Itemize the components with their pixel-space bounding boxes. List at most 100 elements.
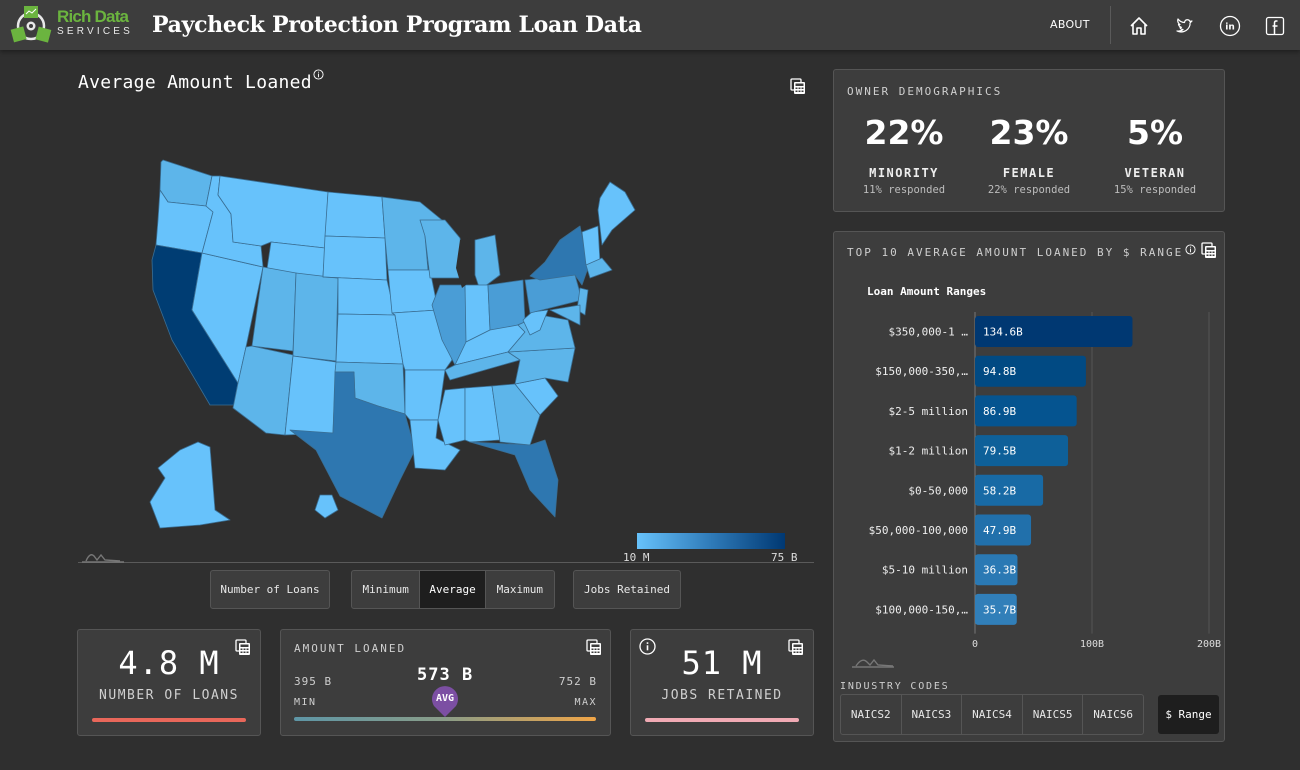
bar-value-label: 35.7B [983, 603, 1016, 616]
female-responded: 22% responded [987, 184, 1071, 196]
brand-bottom-text: SERVICES [57, 26, 133, 37]
state-ohio[interactable] [487, 279, 526, 331]
amount-range-gradient-bar [294, 717, 596, 721]
jobs-retained-value: 51 M [681, 644, 763, 682]
state-north-carolina[interactable] [507, 347, 576, 385]
map-baseline-divider [78, 562, 814, 563]
veteran-pct: 5% [1126, 113, 1184, 152]
category-label: $2-5 million [889, 405, 968, 418]
naics4-button[interactable]: NAICS4 [961, 695, 1022, 734]
amount-max-value: 752 B [558, 675, 597, 688]
owner-demographics-panel: OWNER DEMOGRAPHICS 22% MINORITY 11% resp… [833, 69, 1225, 212]
x-tick-label: 100B [1080, 639, 1104, 650]
naics5-button[interactable]: NAICS5 [1021, 695, 1083, 734]
bar-value-label: 134.6B [983, 326, 1023, 339]
avg-marker: AVG [432, 686, 458, 717]
jobs-retained-button[interactable]: Jobs Retained [573, 570, 681, 609]
state-maine[interactable] [597, 181, 636, 246]
category-label: $100,000-150,… [875, 603, 968, 616]
linkedin-icon[interactable]: in [1219, 15, 1241, 37]
minority-pct: 22% [864, 113, 944, 152]
naics6-button[interactable]: NAICS6 [1082, 695, 1143, 734]
avg-marker-label: AVG [436, 693, 454, 704]
max-label: MAX [574, 697, 597, 708]
app-title: Paycheck Protection Program Loan Data [152, 12, 642, 38]
us-choropleth-map[interactable] [120, 150, 760, 530]
category-label: $150,000-350,… [875, 365, 968, 378]
jobs-retained-card: 51 M JOBS RETAINED [630, 629, 814, 736]
min-label: MIN [294, 697, 317, 708]
minority-label: MINORITY [869, 166, 939, 180]
x-tick-label: 0 [972, 639, 978, 650]
average-button[interactable]: Average [419, 571, 485, 608]
amount-loaned-title: AMOUNT LOANED [294, 642, 407, 655]
bar-value-label: 36.3B [983, 564, 1016, 577]
number-of-loans-card: 4.8 M NUMBER OF LOANS [77, 629, 261, 736]
female-label: FEMALE [1002, 166, 1056, 180]
state-new-mexico[interactable] [284, 355, 337, 436]
loans-accent-bar [92, 718, 246, 722]
chart-title: Loan Amount Ranges [867, 285, 986, 298]
distribution-icon[interactable] [850, 655, 896, 669]
veteran-label: VETERAN [1124, 166, 1186, 180]
veteran-responded: 15% responded [1113, 184, 1197, 196]
loan-range-bar-chart: Loan Amount Ranges $350,000-1 … 134.6B $15… [867, 285, 1221, 650]
home-icon[interactable] [1128, 15, 1150, 37]
info-icon[interactable] [1185, 244, 1196, 255]
bar-value-label: 79.5B [983, 445, 1016, 458]
info-icon[interactable] [313, 69, 324, 80]
female-pct: 23% [989, 113, 1069, 152]
calculator-icon[interactable] [790, 78, 806, 95]
state-florida[interactable] [469, 439, 559, 518]
twitter-icon[interactable] [1174, 15, 1196, 37]
about-link[interactable]: ABOUT [1050, 18, 1090, 31]
facebook-icon[interactable] [1264, 15, 1286, 37]
minority-responded: 11% responded [862, 184, 946, 196]
state-new-york[interactable] [529, 225, 589, 286]
map-title: Average Amount Loaned [78, 69, 324, 93]
amount-min-value: 395 B [294, 675, 333, 688]
state-montana[interactable] [217, 175, 329, 249]
state-south-dakota[interactable] [322, 235, 388, 281]
naics3-button[interactable]: NAICS3 [900, 695, 962, 734]
top10-title-text: TOP 10 AVERAGE AMOUNT LOANED BY $ RANGE [847, 246, 1184, 259]
top10-title: TOP 10 AVERAGE AMOUNT LOANED BY $ RANGE [847, 244, 1196, 259]
demographics-title: OWNER DEMOGRAPHICS [847, 85, 1003, 98]
state-mississippi[interactable] [437, 387, 466, 446]
state-michigan[interactable] [474, 234, 501, 291]
x-tick-label: 200B [1197, 639, 1221, 650]
naics2-button[interactable]: NAICS2 [841, 695, 901, 734]
state-colorado[interactable] [292, 272, 339, 362]
state-kansas[interactable] [335, 313, 404, 365]
minimum-button[interactable]: Minimum [352, 571, 419, 608]
bar-value-label: 94.8B [983, 365, 1016, 378]
amount-metric-toggle: Minimum Average Maximum [351, 570, 555, 609]
state-arkansas[interactable] [404, 369, 446, 421]
jobs-accent-bar [645, 718, 799, 722]
state-north-dakota[interactable] [324, 191, 386, 239]
category-label: $1-2 million [889, 445, 968, 458]
bar-value-label: 58.2B [983, 484, 1016, 497]
state-washington[interactable] [159, 159, 213, 207]
number-of-loans-button[interactable]: Number of Loans [210, 570, 330, 609]
state-alaska[interactable] [149, 441, 231, 529]
naics-toggle-group: NAICS2 NAICS3 NAICS4 NAICS5 NAICS6 [840, 694, 1144, 735]
category-label: $50,000-100,000 [869, 524, 968, 537]
bar-value-label: 86.9B [983, 405, 1016, 418]
category-label: $0-50,000 [908, 484, 968, 497]
distribution-icon[interactable] [80, 550, 126, 564]
loans-count-value: 4.8 M [118, 644, 220, 682]
calculator-icon[interactable] [586, 639, 602, 656]
industry-codes-label: INDUSTRY CODES [840, 681, 950, 692]
maximum-button[interactable]: Maximum [484, 571, 554, 608]
map-legend-gradient [637, 533, 785, 549]
dollar-range-button[interactable]: $ Range [1158, 695, 1219, 734]
rich-data-logo-icon[interactable] [10, 4, 52, 46]
state-hawaii[interactable] [314, 494, 339, 519]
category-label: $350,000-1 … [889, 326, 969, 339]
brand-name: Rich Data SERVICES [57, 8, 133, 38]
app-header: Rich Data SERVICES Paycheck Protection P… [0, 0, 1300, 50]
jobs-retained-label: JOBS RETAINED [661, 688, 783, 703]
loans-count-label: NUMBER OF LOANS [99, 688, 239, 703]
calculator-icon[interactable] [1201, 242, 1217, 259]
